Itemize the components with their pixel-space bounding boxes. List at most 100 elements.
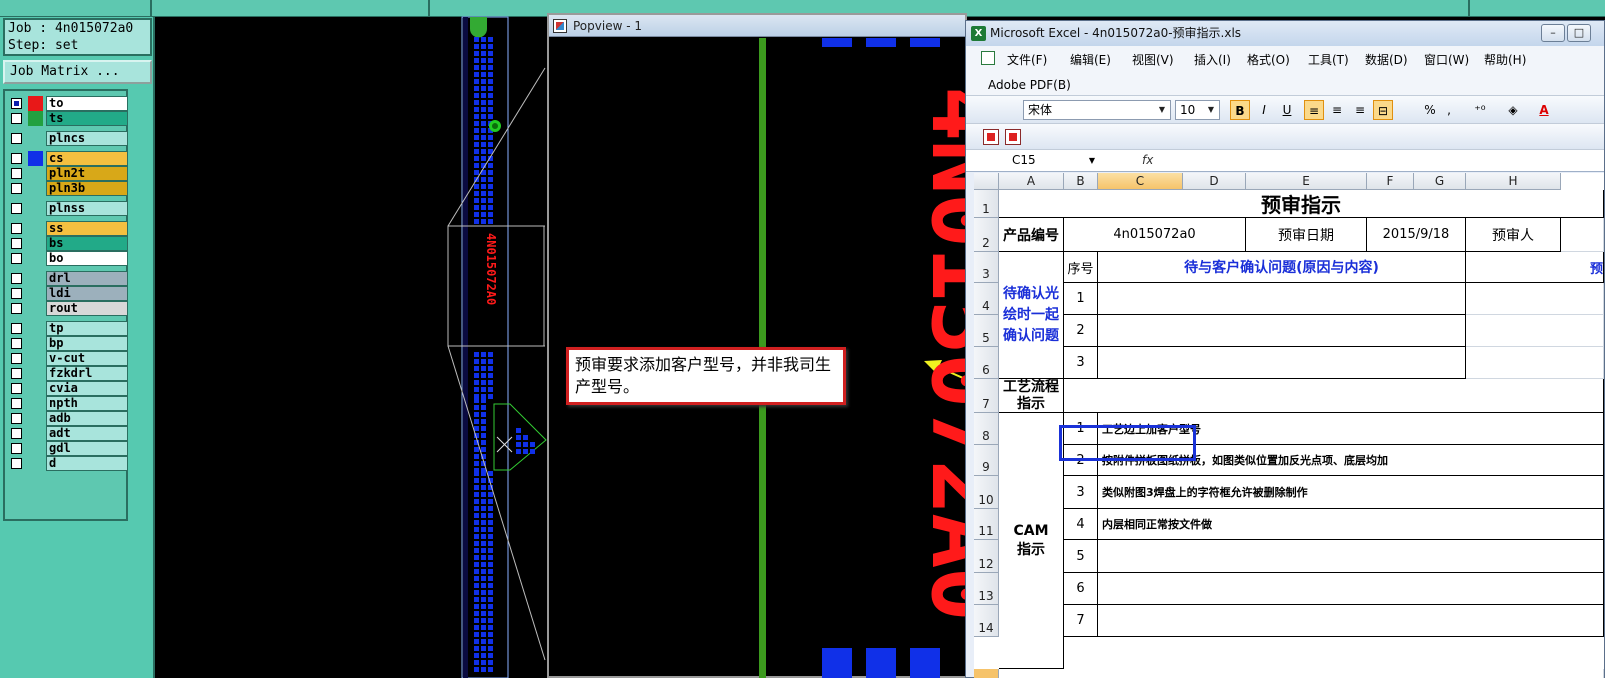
maximize-button[interactable]: □ — [1567, 24, 1591, 42]
issue-seq[interactable]: 3 — [1064, 347, 1098, 379]
row-header-11[interactable]: 11 — [974, 509, 999, 540]
layer-checkbox[interactable] — [11, 413, 22, 424]
row-15-cell[interactable] — [999, 669, 1604, 678]
layer-row-cs[interactable]: cs — [8, 151, 128, 166]
layer-checkbox[interactable] — [11, 113, 22, 124]
layer-checkbox[interactable] — [11, 253, 22, 264]
layer-color-swatch[interactable] — [28, 286, 43, 301]
font-name-combo[interactable]: 宋体 ▼ — [1023, 100, 1171, 120]
issue-seq[interactable]: 2 — [1064, 315, 1098, 347]
layer-name[interactable]: bs — [46, 236, 128, 251]
layer-color-swatch[interactable] — [28, 336, 43, 351]
row-header-13[interactable]: 13 — [974, 573, 999, 605]
layer-row-drl[interactable]: drl — [8, 271, 128, 286]
layer-row-ts[interactable]: ts — [8, 111, 128, 126]
issue-extra[interactable] — [1466, 347, 1604, 379]
layer-color-swatch[interactable] — [28, 351, 43, 366]
issue-text[interactable] — [1098, 347, 1466, 379]
layer-row-bs[interactable]: bs — [8, 236, 128, 251]
underline-button[interactable]: U — [1277, 100, 1297, 120]
comma-button[interactable]: , — [1442, 100, 1456, 120]
select-all-corner[interactable] — [974, 173, 999, 190]
cam-item[interactable]: 内层相同正常按文件做 — [1098, 509, 1604, 540]
layer-color-swatch[interactable] — [28, 411, 43, 426]
cam-label[interactable]: CAM指示 — [999, 413, 1064, 669]
row-header-12[interactable]: 12 — [974, 540, 999, 573]
font-size-combo[interactable]: 10 ▼ — [1175, 100, 1220, 120]
layer-name[interactable]: pln2t — [46, 166, 128, 181]
layer-name[interactable]: ss — [46, 221, 128, 236]
issue-seq[interactable]: 1 — [1064, 283, 1098, 315]
layer-row-gdl[interactable]: gdl — [8, 441, 128, 456]
pdf-email-icon[interactable] — [1005, 129, 1021, 145]
layer-color-swatch[interactable] — [28, 271, 43, 286]
layer-name[interactable]: npth — [46, 396, 128, 411]
issue-header[interactable]: 待与客户确认问题(原因与内容) — [1098, 252, 1466, 283]
layer-checkbox[interactable] — [11, 323, 22, 334]
layer-color-swatch[interactable] — [28, 251, 43, 266]
layer-row-v-cut[interactable]: v-cut — [8, 351, 128, 366]
cam-seq[interactable]: 5 — [1064, 540, 1098, 573]
job-matrix-button[interactable]: Job Matrix ... — [3, 60, 152, 84]
layer-checkbox[interactable] — [11, 153, 22, 164]
product-no-label[interactable]: 产品编号 — [999, 218, 1064, 252]
seq-header[interactable]: 序号 — [1064, 252, 1098, 283]
excel-titlebar[interactable]: X Microsoft Excel - 4n015072a0-预审指示.xls — [966, 21, 1604, 46]
layer-name[interactable]: cvia — [46, 381, 128, 396]
row-header-8[interactable]: 8 — [974, 413, 999, 445]
font-color-button[interactable]: A — [1535, 100, 1553, 120]
row-header-14[interactable]: 14 — [974, 605, 999, 637]
align-left-button[interactable]: ≡ — [1304, 100, 1324, 120]
layer-checkbox[interactable] — [11, 368, 22, 379]
layer-color-swatch[interactable] — [28, 441, 43, 456]
layer-color-swatch[interactable] — [28, 166, 43, 181]
layer-color-swatch[interactable] — [28, 221, 43, 236]
row-header-3[interactable]: 3 — [974, 252, 999, 283]
italic-button[interactable]: I — [1254, 100, 1274, 120]
layer-name[interactable]: fzkdrl — [46, 366, 128, 381]
layer-checkbox[interactable] — [11, 303, 22, 314]
layer-name[interactable]: rout — [46, 301, 128, 316]
layer-checkbox[interactable] — [11, 223, 22, 234]
column-header-h[interactable]: H — [1466, 173, 1561, 190]
row-header-selected[interactable] — [974, 669, 999, 678]
cam-seq[interactable]: 3 — [1064, 476, 1098, 509]
layer-checkbox[interactable] — [11, 183, 22, 194]
layer-color-swatch[interactable] — [28, 181, 43, 196]
align-center-button[interactable]: ≡ — [1327, 100, 1347, 120]
layer-name[interactable]: v-cut — [46, 351, 128, 366]
bold-button[interactable]: B — [1230, 100, 1250, 120]
layer-color-swatch[interactable] — [28, 201, 43, 216]
layer-color-swatch[interactable] — [28, 96, 43, 111]
layer-row-adb[interactable]: adb — [8, 411, 128, 426]
layer-row-bp[interactable]: bp — [8, 336, 128, 351]
layer-color-swatch[interactable] — [28, 131, 43, 146]
layer-name[interactable]: drl — [46, 271, 128, 286]
reviewer-value[interactable] — [1561, 218, 1604, 252]
layer-row-adt[interactable]: adt — [8, 426, 128, 441]
layer-name[interactable]: cs — [46, 151, 128, 166]
layer-checkbox[interactable] — [11, 238, 22, 249]
cam-item[interactable] — [1098, 605, 1604, 637]
layer-row-ss[interactable]: ss — [8, 221, 128, 236]
issue-extra[interactable] — [1466, 315, 1604, 347]
layer-row-plnss[interactable]: plnss — [8, 201, 128, 216]
layer-row-bo[interactable]: bo — [8, 251, 128, 266]
layer-color-swatch[interactable] — [28, 321, 43, 336]
row-header-4[interactable]: 4 — [974, 283, 999, 315]
layer-checkbox[interactable] — [11, 443, 22, 454]
row-header-10[interactable]: 10 — [974, 476, 999, 509]
layer-row-npth[interactable]: npth — [8, 396, 128, 411]
layer-color-swatch[interactable] — [28, 366, 43, 381]
name-box[interactable]: C15 ▼ — [974, 151, 1099, 170]
layer-color-swatch[interactable] — [28, 111, 43, 126]
layer-row-pln2t[interactable]: pln2t — [8, 166, 128, 181]
issue-text[interactable] — [1098, 283, 1466, 315]
review-date-label[interactable]: 预审日期 — [1246, 218, 1367, 252]
menu-format[interactable]: 格式(O) — [1247, 51, 1290, 68]
percent-button[interactable]: % — [1422, 100, 1438, 120]
pdf-convert-icon[interactable] — [983, 129, 999, 145]
layer-color-swatch[interactable] — [28, 236, 43, 251]
layer-checkbox[interactable] — [11, 203, 22, 214]
layer-color-swatch[interactable] — [28, 456, 43, 471]
